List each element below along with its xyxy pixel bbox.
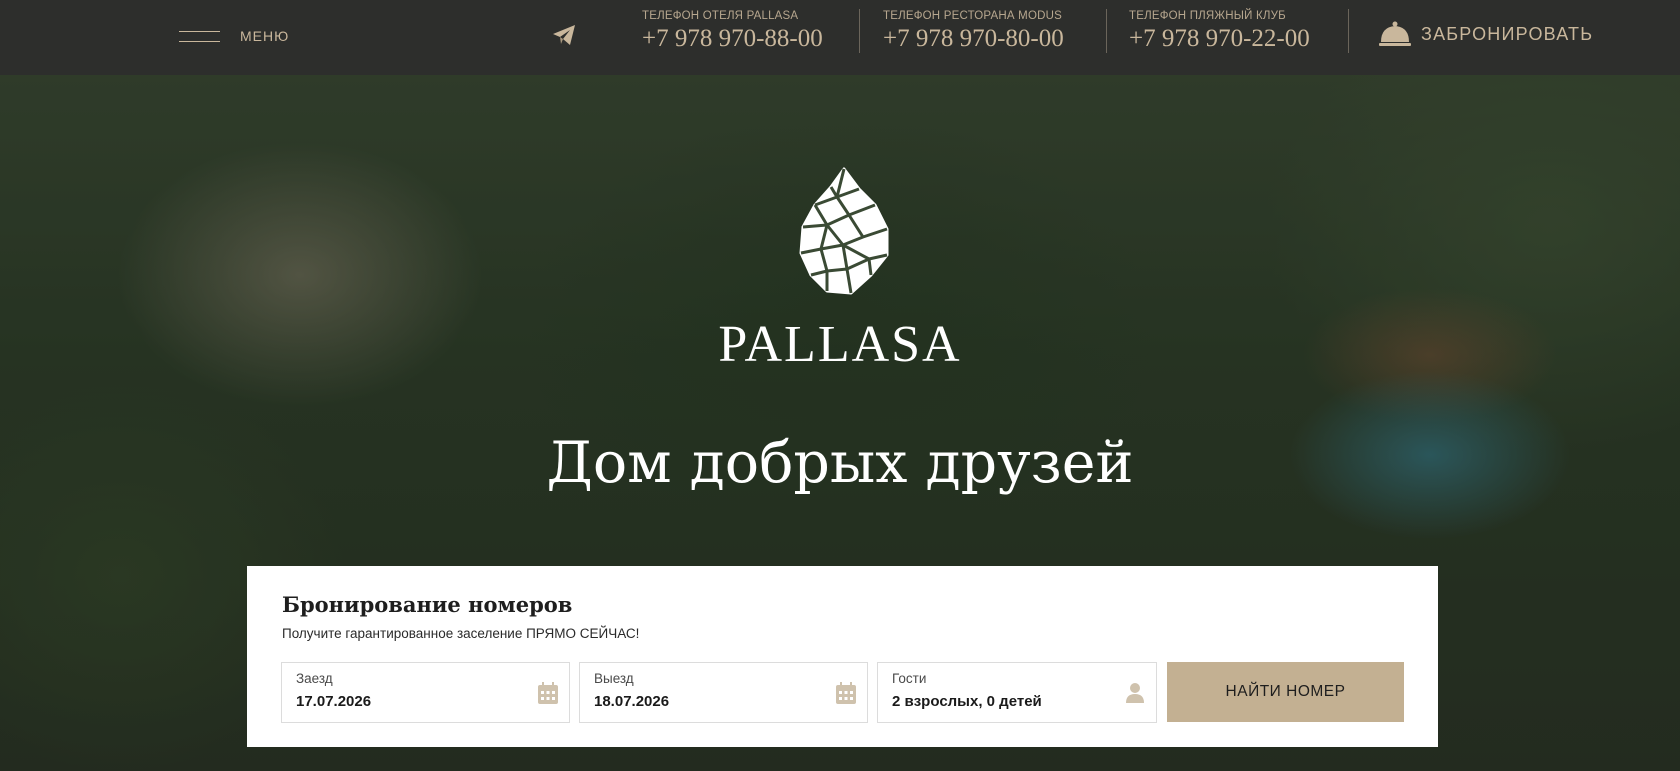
book-now-button[interactable]: ЗАБРОНИРОВАТЬ — [1378, 17, 1593, 51]
booking-title: Бронирование номеров — [282, 592, 573, 617]
service-bell-icon — [1379, 21, 1411, 46]
beach-club-phone-block: ТЕЛЕФОН ПЛЯЖНЫЙ КЛУБ +7 978 970-22-00 — [1129, 10, 1310, 53]
pinecone-logo-icon — [799, 167, 889, 295]
header-divider — [1106, 9, 1107, 53]
restaurant-phone-block: ТЕЛЕФОН РЕСТОРАНА MODUS +7 978 970-80-00 — [883, 10, 1064, 53]
checkin-label: Заезд — [296, 671, 333, 686]
hotel-phone-link[interactable]: +7 978 970-88-00 — [642, 25, 823, 53]
guests-value: 2 взрослых, 0 детей — [892, 693, 1042, 710]
book-now-label: ЗАБРОНИРОВАТЬ — [1421, 23, 1594, 44]
booking-subtitle: Получите гарантированное заселение ПРЯМО… — [282, 626, 640, 641]
guests-label: Гости — [892, 671, 927, 686]
guests-field[interactable]: Гости 2 взрослых, 0 детей — [877, 662, 1157, 723]
calendar-icon — [538, 682, 558, 704]
checkin-date-field[interactable]: Заезд 17.07.2026 — [281, 662, 570, 723]
beach-club-phone-link[interactable]: +7 978 970-22-00 — [1129, 25, 1310, 53]
header-divider — [859, 9, 860, 53]
checkin-value: 17.07.2026 — [296, 693, 372, 710]
hero-tagline: Дом добрых друзей — [546, 430, 1134, 496]
calendar-icon — [836, 682, 856, 704]
top-header: МЕНЮ ТЕЛЕФОН ОТЕЛЯ PALLASA +7 978 970-88… — [0, 0, 1680, 75]
checkout-value: 18.07.2026 — [594, 693, 670, 710]
restaurant-phone-label: ТЕЛЕФОН РЕСТОРАНА MODUS — [883, 10, 1062, 22]
beach-club-phone-label: ТЕЛЕФОН ПЛЯЖНЫЙ КЛУБ — [1129, 10, 1286, 22]
header-divider — [1348, 9, 1349, 53]
hotel-phone-label: ТЕЛЕФОН ОТЕЛЯ PALLASA — [642, 10, 799, 22]
hamburger-icon — [179, 29, 220, 43]
hotel-phone-block: ТЕЛЕФОН ОТЕЛЯ PALLASA +7 978 970-88-00 — [642, 10, 823, 53]
restaurant-phone-link[interactable]: +7 978 970-80-00 — [883, 25, 1064, 53]
menu-label: МЕНЮ — [240, 28, 290, 44]
menu-button[interactable]: МЕНЮ — [179, 25, 289, 47]
telegram-icon[interactable] — [552, 24, 576, 46]
checkout-label: Выезд — [594, 671, 634, 686]
brand-name: PALLASA — [718, 316, 962, 373]
checkout-date-field[interactable]: Выезд 18.07.2026 — [579, 662, 868, 723]
user-icon — [1126, 683, 1144, 703]
booking-panel: Бронирование номеров Получите гарантиров… — [247, 566, 1438, 747]
find-room-button[interactable]: НАЙТИ НОМЕР — [1167, 662, 1404, 722]
